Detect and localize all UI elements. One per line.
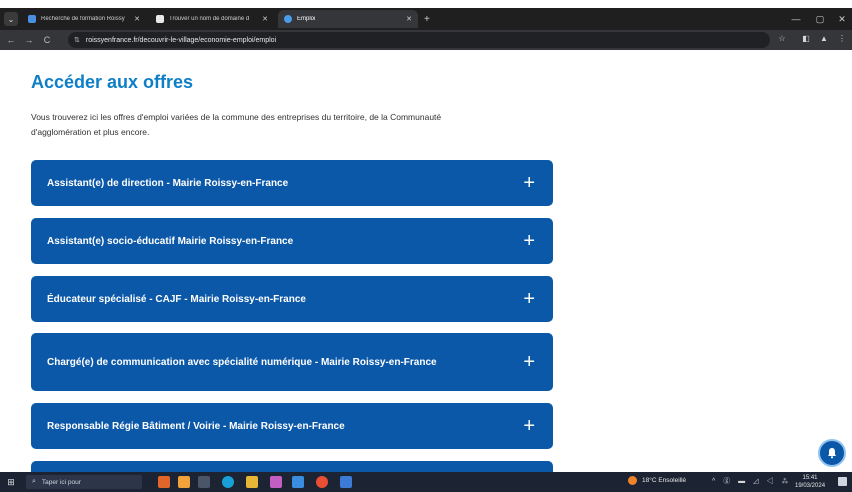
browser-menu-icon[interactable]: ⋮ — [836, 34, 848, 43]
bookmark-star-icon[interactable]: ☆ — [776, 34, 788, 43]
job-offer-title: Responsable Régie Bâtiment / Voirie - Ma… — [47, 420, 345, 432]
intro-text: Vous trouverez ici les offres d'emploi v… — [31, 112, 442, 137]
close-window-button[interactable]: ✕ — [830, 8, 852, 30]
edge-browser-icon[interactable] — [222, 476, 234, 488]
url-text: roissyenfrance.fr/decouvrir-le-village/e… — [85, 36, 277, 44]
job-offer-title: Assistant(e) de direction - Mairie Roiss… — [47, 177, 289, 189]
tab-search-button[interactable]: ⌄ — [4, 12, 18, 26]
job-offer-accordion[interactable]: Éducateur spécialisé - CAJF - Mairie Roi… — [31, 276, 553, 322]
address-bar[interactable]: ⇅ roissyenfrance.fr/decouvrir-le-village… — [68, 32, 770, 48]
browser-tab-strip: ⌄ Recherche de formation Roissy ✕ Trouve… — [0, 8, 852, 30]
job-offer-accordion[interactable] — [31, 461, 553, 472]
site-info-icon[interactable]: ⇅ — [74, 36, 80, 44]
notification-center-icon[interactable] — [838, 477, 847, 486]
taskbar-clock[interactable]: 15:41 19/03/2024 — [795, 474, 825, 490]
task-view-icon[interactable] — [198, 476, 210, 488]
job-offer-title: Assistant(e) socio-éducatif Mairie Roiss… — [47, 235, 294, 247]
forward-button[interactable]: → — [22, 35, 36, 45]
tab-title: Recherche de formation Roissy — [41, 16, 125, 22]
expand-plus-icon[interactable]: + — [523, 173, 535, 193]
browser-tab-active[interactable]: Emploi ✕ — [278, 10, 418, 28]
back-button[interactable]: ← — [4, 35, 18, 45]
system-tray-icons[interactable]: ^ ⓖ ▬ ◿ ◁ ⁂ — [712, 476, 791, 486]
tab-close-icon[interactable]: ✕ — [134, 15, 140, 23]
search-placeholder: Taper ici pour — [41, 478, 81, 486]
browser-tab[interactable]: Recherche de formation Roissy ✕ — [22, 10, 146, 28]
sun-icon — [628, 476, 637, 485]
expand-plus-icon[interactable]: + — [523, 416, 535, 436]
new-tab-button[interactable]: + — [424, 14, 430, 25]
taskbar-app-icon[interactable] — [270, 476, 282, 488]
job-offer-accordion[interactable]: Chargé(e) de communication avec spéciali… — [31, 333, 553, 391]
job-offer-title: Chargé(e) de communication avec spéciali… — [47, 356, 437, 368]
tab-favicon-icon — [156, 15, 164, 23]
notification-bell-button[interactable] — [818, 439, 846, 467]
weather-text: 18°C Ensoleillé — [642, 477, 687, 484]
browser-toolbar: ← → C ⇅ roissyenfrance.fr/decouvrir-le-v… — [0, 30, 852, 50]
reload-button[interactable]: C — [40, 35, 54, 45]
expand-plus-icon[interactable]: + — [523, 352, 535, 372]
expand-plus-icon[interactable]: + — [523, 231, 535, 251]
taskbar-app-icon[interactable] — [340, 476, 352, 488]
taskbar-app-icon[interactable] — [292, 476, 304, 488]
windows-start-icon[interactable]: ⊞ — [6, 477, 16, 487]
tab-close-icon[interactable]: ✕ — [406, 15, 412, 23]
tab-close-icon[interactable]: ✕ — [262, 15, 268, 23]
chrome-browser-icon[interactable] — [316, 476, 328, 488]
search-icon: ⌕ — [32, 478, 36, 485]
minimize-button[interactable]: — — [784, 8, 808, 30]
weather-widget[interactable]: 18°C Ensoleillé — [628, 476, 686, 485]
job-offer-title: Éducateur spécialisé - CAJF - Mairie Roi… — [47, 293, 306, 305]
windows-taskbar: ⊞ ⌕ Taper ici pour 18°C Ensoleillé ^ ⓖ ▬… — [0, 472, 852, 492]
browser-tab[interactable]: Trouver un nom de domaine d ✕ — [150, 10, 274, 28]
expand-plus-icon[interactable]: + — [523, 289, 535, 309]
page-title: Accéder aux offres — [31, 72, 194, 92]
maximize-button[interactable]: ▢ — [808, 8, 832, 30]
tab-favicon-icon — [28, 15, 36, 23]
job-offer-accordion[interactable]: Assistant(e) socio-éducatif Mairie Roiss… — [31, 218, 553, 264]
side-panel-icon[interactable]: ◧ — [800, 34, 812, 43]
file-explorer-icon[interactable] — [246, 476, 258, 488]
taskbar-app-icon[interactable] — [178, 476, 190, 488]
tab-title: Emploi — [297, 16, 316, 22]
job-offer-accordion[interactable]: Responsable Régie Bâtiment / Voirie - Ma… — [31, 403, 553, 449]
tab-favicon-icon — [284, 15, 292, 23]
taskbar-search-box[interactable]: ⌕ Taper ici pour — [26, 475, 142, 489]
bell-icon — [828, 448, 836, 459]
tab-title: Trouver un nom de domaine d — [169, 16, 250, 22]
profile-icon[interactable]: ▲ — [818, 34, 830, 43]
clock-date: 19/03/2024 — [795, 483, 826, 489]
taskbar-app-icon[interactable] — [158, 476, 170, 488]
screen: ⌄ Recherche de formation Roissy ✕ Trouve… — [0, 0, 852, 492]
job-offer-accordion[interactable]: Assistant(e) de direction - Mairie Roiss… — [31, 160, 553, 206]
clock-time: 15:41 — [802, 475, 818, 481]
web-page: Accéder aux offres Vous trouverez ici le… — [0, 50, 852, 472]
